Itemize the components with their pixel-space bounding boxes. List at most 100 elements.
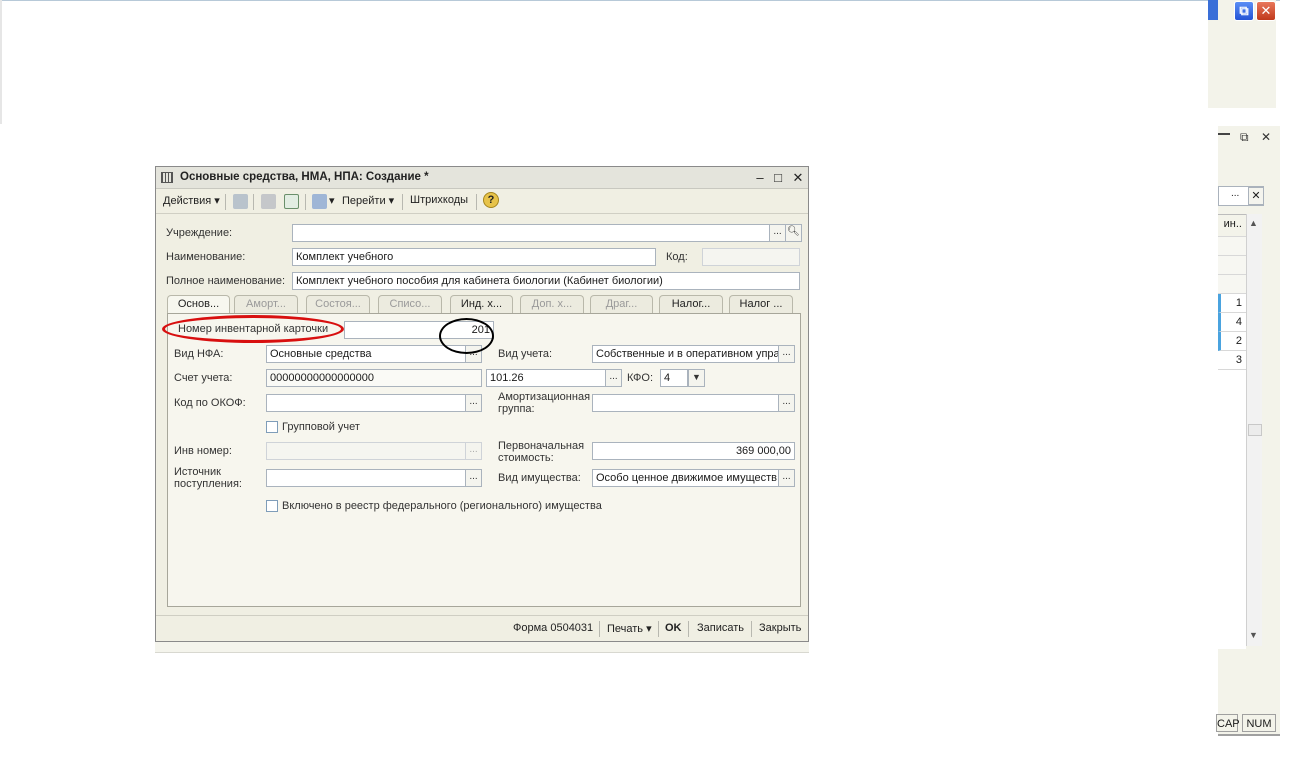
table-row[interactable] <box>1218 256 1246 275</box>
account-type-select-button[interactable]: ... <box>778 345 795 363</box>
tab-tax-1[interactable]: Налог... <box>659 295 723 313</box>
fullname-field[interactable]: Комплект учебного пособия для кабинета б… <box>292 272 800 290</box>
table-row[interactable]: 1 <box>1218 294 1246 313</box>
name-field[interactable]: Комплект учебного <box>292 248 656 266</box>
dropdown-arrow-icon: ▾ <box>214 195 220 207</box>
background-table-scrollbar[interactable]: ▲ ▼ <box>1246 214 1262 646</box>
restore-window-icon[interactable]: ⧉ <box>1234 1 1254 21</box>
based-on-dropdown-icon[interactable]: ▾ <box>329 194 335 207</box>
okof-field[interactable] <box>266 394 466 412</box>
tab-individual[interactable]: Инд. х... <box>450 295 513 313</box>
account-type-field[interactable]: Собственные и в оперативном упра <box>592 345 780 363</box>
toolbar-separator <box>476 194 477 210</box>
account-type-label: Вид учета: <box>498 348 553 360</box>
barcodes-button[interactable]: Штрихкоды <box>410 194 468 206</box>
account-field[interactable]: 00000000000000000 <box>266 369 482 387</box>
tab-main[interactable]: Основ... <box>167 295 230 313</box>
table-row[interactable]: 2 <box>1218 332 1246 351</box>
table-row[interactable]: 4 <box>1218 313 1246 332</box>
edit-record-icon[interactable] <box>261 194 276 209</box>
account-label: Счет учета: <box>174 372 233 384</box>
background-titlebar-fragment <box>1208 0 1218 20</box>
institution-label: Учреждение: <box>166 227 233 239</box>
close-icon[interactable]: ✕ <box>790 170 806 186</box>
dialog-title: Основные средства, НМА, НПА: Создание * <box>180 171 429 183</box>
inv-number-select-button[interactable]: ... <box>465 442 482 460</box>
kfo-dropdown-icon[interactable]: ▼ <box>688 369 705 387</box>
background-row-under-dialog <box>155 642 809 653</box>
institution-select-button[interactable]: ... <box>769 224 786 242</box>
nfa-label: Вид НФА: <box>174 348 224 360</box>
group-account-label: Групповой учет <box>282 421 360 433</box>
restore-inner-icon[interactable]: ⧉ <box>1240 130 1249 145</box>
search-icon[interactable]: 🔍︎ <box>785 224 802 242</box>
scroll-thumb[interactable] <box>1248 424 1262 436</box>
inv-number-field[interactable] <box>266 442 466 460</box>
maximize-icon[interactable]: □ <box>770 170 786 186</box>
tab-writeoff[interactable]: Списо... <box>378 295 442 313</box>
scroll-up-icon[interactable]: ▲ <box>1249 218 1258 228</box>
footer-separator <box>599 621 600 637</box>
actions-menu[interactable]: Действия ▾ <box>163 194 220 207</box>
group-account-checkbox[interactable] <box>266 421 278 433</box>
minimize-inner-icon[interactable] <box>1218 133 1230 138</box>
refresh-record-icon[interactable] <box>284 194 299 209</box>
source-select-button[interactable]: ... <box>465 469 482 487</box>
dialog-toolbar: Действия ▾ ▾ Перейти ▾ Штрихкоды ? <box>156 189 808 214</box>
tab-amortization[interactable]: Аморт... <box>234 295 298 313</box>
background-table: ин.. 1 4 2 3 <box>1218 214 1246 649</box>
account-code-field[interactable]: 101.26 <box>486 369 606 387</box>
dropdown-arrow-icon: ▾ <box>646 623 652 635</box>
initial-cost-field[interactable]: 369 000,00 <box>592 442 795 460</box>
tab-precious[interactable]: Драг... <box>590 295 653 313</box>
print-label: Печать <box>607 623 644 635</box>
table-row[interactable] <box>1218 237 1246 256</box>
background-filter-dots-icon[interactable]: ... <box>1231 188 1239 199</box>
close-inner-icon[interactable]: ✕ <box>1261 130 1271 144</box>
registry-checkbox[interactable] <box>266 500 278 512</box>
source-field[interactable] <box>266 469 466 487</box>
top-border-line <box>0 0 1280 1</box>
code-field[interactable] <box>702 248 800 266</box>
source-label: Источник поступления: <box>174 466 242 490</box>
kfo-select[interactable]: 4 <box>660 369 688 387</box>
goto-menu[interactable]: Перейти ▾ <box>342 194 394 207</box>
background-filter-clear-icon[interactable]: ✕ <box>1248 187 1264 205</box>
help-icon[interactable]: ? <box>483 192 499 208</box>
fixed-asset-dialog: Основные средства, НМА, НПА: Создание * … <box>155 166 809 642</box>
account-code-select-button[interactable]: ... <box>605 369 622 387</box>
tab-tax-2[interactable]: Налог ... <box>729 295 793 313</box>
scroll-down-icon[interactable]: ▼ <box>1249 630 1258 640</box>
status-caps: CAP <box>1216 714 1240 732</box>
tab-state[interactable]: Состоя... <box>306 295 370 313</box>
toolbar-separator <box>402 194 403 210</box>
close-button[interactable]: Закрыть <box>759 622 801 634</box>
property-type-select-button[interactable]: ... <box>778 469 795 487</box>
tab-additional[interactable]: Доп. х... <box>520 295 584 313</box>
property-type-field[interactable]: Особо ценное движимое имуществ <box>592 469 780 487</box>
property-type-label: Вид имущества: <box>498 472 581 484</box>
red-highlight-annotation <box>162 315 344 343</box>
form-icon <box>161 172 173 183</box>
footer-separator <box>688 621 689 637</box>
amort-group-field[interactable] <box>592 394 780 412</box>
form-0504031-button[interactable]: Форма 0504031 <box>513 622 593 634</box>
toolbar-separator <box>253 194 254 210</box>
amort-group-select-button[interactable]: ... <box>778 394 795 412</box>
dialog-titlebar[interactable]: Основные средства, НМА, НПА: Создание * … <box>156 167 808 189</box>
print-menu[interactable]: Печать ▾ <box>607 622 652 635</box>
based-on-icon[interactable] <box>312 194 327 209</box>
dropdown-arrow-icon: ▾ <box>388 195 395 207</box>
okof-select-button[interactable]: ... <box>465 394 482 412</box>
ok-button[interactable]: OK <box>665 622 682 634</box>
status-bar-line <box>1218 734 1280 736</box>
copy-record-icon[interactable] <box>233 194 248 209</box>
background-table-header[interactable]: ин.. <box>1218 215 1246 237</box>
table-row[interactable]: 3 <box>1218 351 1246 370</box>
close-window-icon[interactable]: ✕ <box>1256 1 1276 21</box>
minimize-icon[interactable]: – <box>752 170 768 186</box>
institution-field[interactable] <box>292 224 770 242</box>
table-row[interactable] <box>1218 275 1246 294</box>
nfa-field[interactable]: Основные средства <box>266 345 466 363</box>
save-button[interactable]: Записать <box>697 622 744 634</box>
